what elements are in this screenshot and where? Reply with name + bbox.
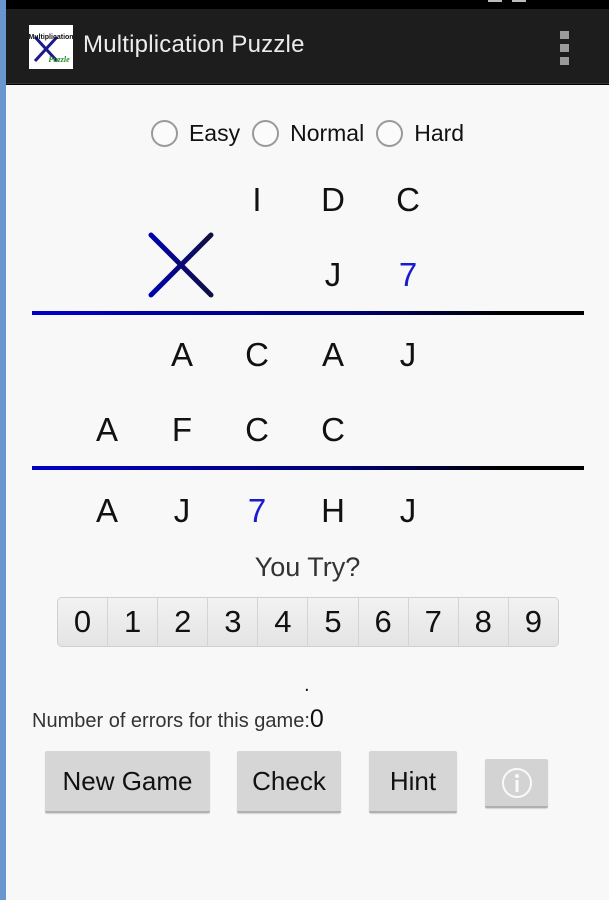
partial-product-1-digit[interactable]: A <box>313 335 353 375</box>
result-digit[interactable]: H <box>313 491 353 531</box>
overflow-menu-button[interactable] <box>558 31 570 65</box>
digit-button-2[interactable]: 2 <box>158 598 209 646</box>
logo-text-top: Multiplication <box>29 34 73 41</box>
digit-button-7[interactable]: 7 <box>408 598 459 646</box>
info-icon <box>501 767 532 798</box>
logo-text-bottom: Puzzle <box>48 55 70 64</box>
partial-product-2-digit[interactable]: F <box>162 410 202 450</box>
partial-product-2-digit[interactable]: A <box>87 410 127 450</box>
radio-circle-icon[interactable] <box>376 120 404 147</box>
result-digit[interactable]: A <box>87 491 127 531</box>
radio-circle-icon[interactable] <box>252 120 280 147</box>
digit-button-0[interactable]: 0 <box>58 598 109 646</box>
overflow-menu-icon-dot <box>559 44 569 52</box>
multiplicand-digit[interactable]: C <box>388 180 428 220</box>
partial-product-1-digit[interactable]: J <box>388 335 428 375</box>
multiplier-digit[interactable]: J <box>313 255 353 295</box>
overflow-menu-icon-dot <box>559 57 569 65</box>
status-bar <box>6 0 609 9</box>
main-content: Easy Normal Hard I D C J 7 A C A J A F C… <box>6 85 609 900</box>
multiplicand-digit[interactable]: I <box>237 180 277 220</box>
digit-button-1[interactable]: 1 <box>108 598 159 646</box>
digit-button-3[interactable]: 3 <box>208 598 259 646</box>
signal-icon <box>488 0 502 2</box>
error-counter: Number of errors for this game:0 <box>32 705 324 734</box>
partial-product-2-digit[interactable]: C <box>237 410 277 450</box>
digit-button-8[interactable]: 8 <box>458 598 509 646</box>
result-digit[interactable]: J <box>388 491 428 531</box>
info-button[interactable] <box>485 759 548 808</box>
result-digit-revealed[interactable]: 7 <box>237 491 277 531</box>
new-game-button[interactable]: New Game <box>45 751 210 813</box>
multiplier-digit-revealed[interactable]: 7 <box>388 255 428 295</box>
hint-button[interactable]: Hint <box>369 751 457 813</box>
selection-marker: . <box>304 675 310 696</box>
app-logo-icon: Multiplication Puzzle <box>29 34 73 64</box>
digit-button-4[interactable]: 4 <box>258 598 309 646</box>
digit-button-9[interactable]: 9 <box>508 598 558 646</box>
radio-label: Normal <box>290 120 365 146</box>
radio-circle-icon[interactable] <box>150 120 178 147</box>
multiplicand-digit[interactable]: D <box>313 180 353 220</box>
action-bar: Multiplication Puzzle Multiplication Puz… <box>6 9 609 84</box>
radio-easy[interactable]: Easy <box>150 120 241 147</box>
battery-icon <box>512 0 526 2</box>
error-counter-value: 0 <box>309 705 324 733</box>
error-counter-label: Number of errors for this game: <box>32 710 310 732</box>
digit-button-6[interactable]: 6 <box>358 598 409 646</box>
digit-picker: 0 1 2 3 4 5 6 7 8 9 <box>57 597 559 647</box>
you-try-prompt: You Try? <box>254 552 361 582</box>
partial-product-2-digit[interactable]: C <box>313 410 353 450</box>
partial-product-1-digit[interactable]: C <box>237 335 277 375</box>
status-icons <box>488 0 526 3</box>
radio-label: Hard <box>414 120 465 146</box>
overflow-menu-icon-dot <box>559 31 569 39</box>
check-button[interactable]: Check <box>237 751 341 813</box>
app-logo: Multiplication Puzzle <box>29 25 73 69</box>
partial-product-1-digit[interactable]: A <box>162 335 202 375</box>
radio-label: Easy <box>188 120 241 146</box>
radio-normal[interactable]: Normal <box>252 120 364 147</box>
radio-hard[interactable]: Hard <box>376 120 464 147</box>
product-divider-line <box>32 311 584 315</box>
result-digit[interactable]: J <box>162 491 202 531</box>
digit-button-5[interactable]: 5 <box>308 598 359 646</box>
app-title: Multiplication Puzzle <box>83 31 305 58</box>
difficulty-radio-group: Easy Normal Hard <box>6 120 609 147</box>
multiply-icon <box>148 232 214 298</box>
sum-divider-line <box>32 466 584 470</box>
